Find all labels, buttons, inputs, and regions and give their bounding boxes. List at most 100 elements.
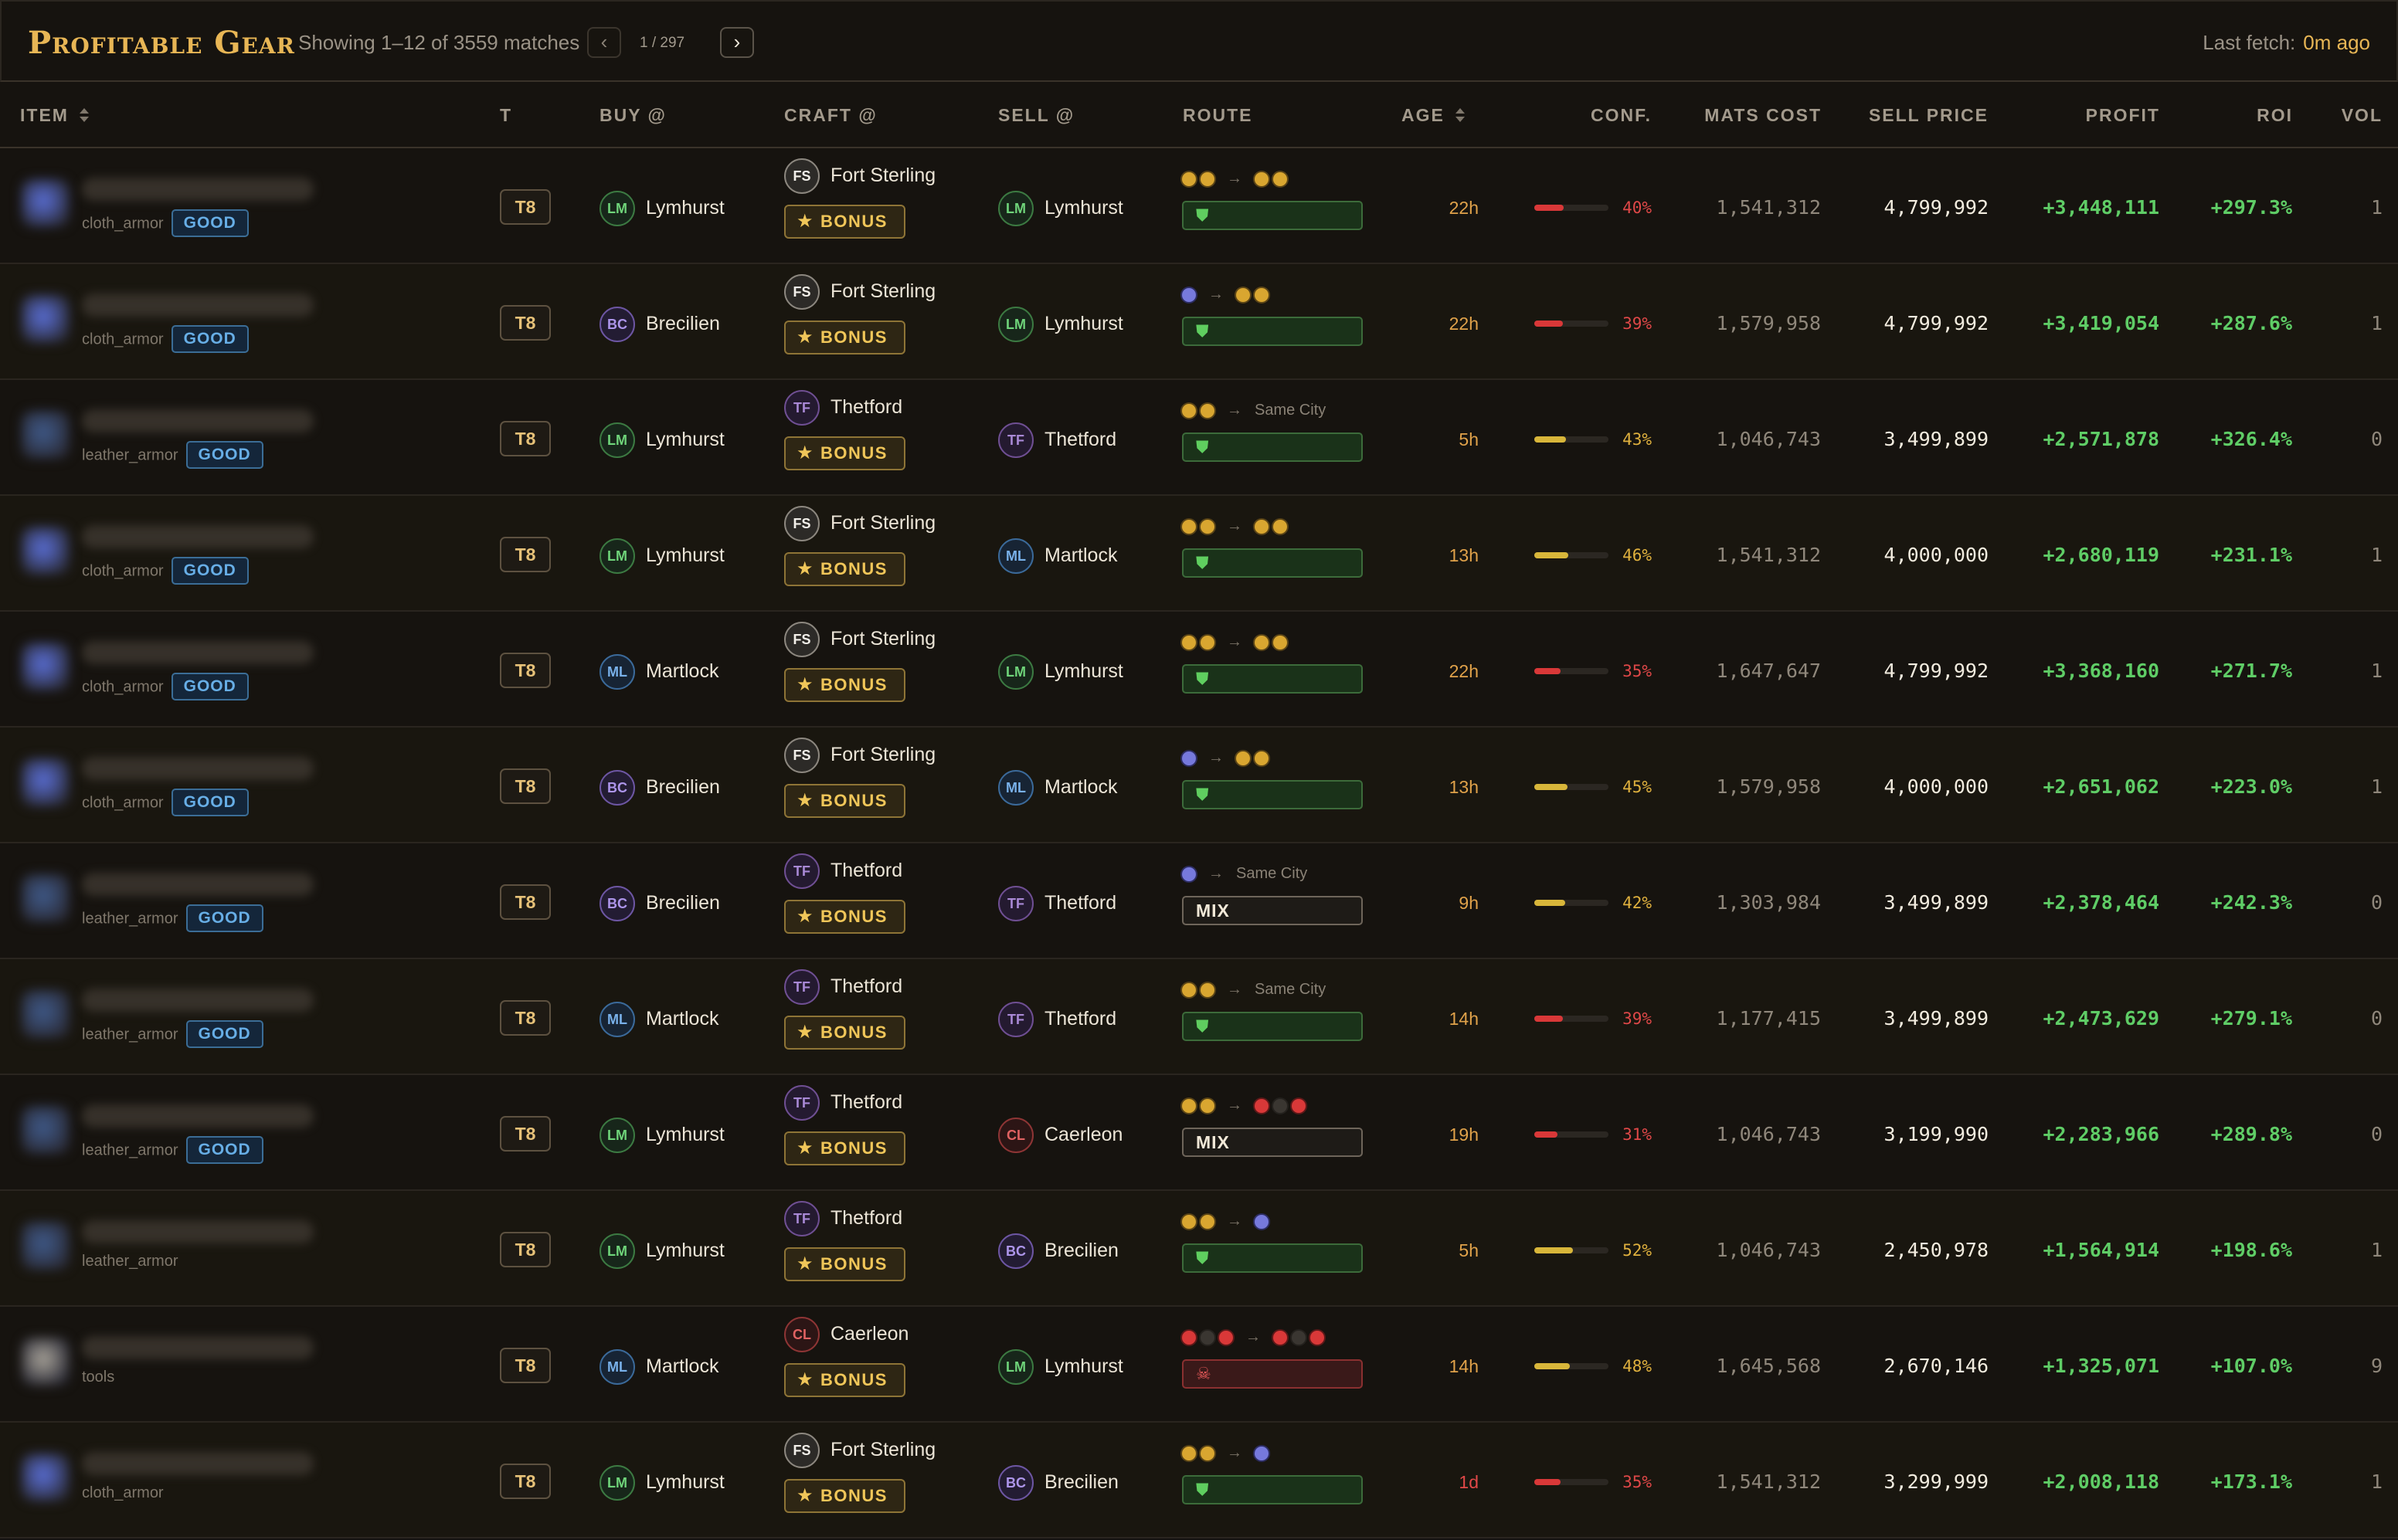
item-category-text: tools [82, 1369, 115, 1386]
craft-city-label: TF Thetford [784, 969, 902, 1006]
city-name: Lymhurst [646, 1240, 725, 1261]
table-row[interactable]: cloth_armor GOOD T8 LM Lymhurst FS Fort Sterli… [0, 496, 2398, 612]
volume-value: 0 [2370, 1123, 2383, 1145]
sell-city-value: BC Brecilien [998, 1233, 1119, 1270]
table-row[interactable]: cloth_armor GOOD T8 BC Brecilien FS Fort Sterl… [0, 728, 2398, 843]
item-name[interactable] [82, 178, 314, 201]
table-row[interactable]: tools T8 ML Martlock CL Caerleon ★ BONUS LM Lymhu… [0, 1307, 2398, 1423]
mats-cost: 1,541,312 [1716, 196, 1821, 219]
item-name[interactable] [82, 989, 314, 1012]
item-category-text: cloth_armor [82, 562, 164, 580]
col-vol: VOL [2341, 105, 2383, 125]
profit-value: +2,008,118 [2043, 1470, 2159, 1493]
zone-dot [1182, 519, 1196, 534]
volume-value: 1 [2370, 775, 2383, 798]
item-category: cloth_armor [82, 1484, 164, 1502]
skull-icon: ☠ [1196, 1364, 1211, 1383]
table-row[interactable]: leather_armor GOOD T8 LM Lymhurst TF Thetford ★… [0, 380, 2398, 496]
table-row[interactable]: cloth_armor GOOD T8 LM Lymhurst FS Fort Sterli… [0, 148, 2398, 264]
sell-city: TF Thetford [998, 422, 1116, 459]
confidence-value: 39% [1622, 1009, 1652, 1028]
table-row[interactable]: leather_armor GOOD T8 LM Lymhurst TF Thetford ★… [0, 1075, 2398, 1191]
item-name[interactable] [82, 409, 314, 432]
route-safe-bar: ⛊ [1182, 317, 1363, 346]
shield-icon: ⛊ [1196, 1248, 1209, 1267]
route-dots: → [1182, 1444, 1367, 1469]
bonus-label: BONUS [820, 443, 888, 463]
confidence-fill [1534, 1363, 1570, 1369]
confidence-value: 43% [1622, 430, 1652, 449]
confidence-value: 48% [1622, 1357, 1652, 1375]
zone-dot [1201, 1214, 1214, 1229]
buy-city: LM Lymhurst [600, 190, 725, 227]
mats-cost: 1,177,415 [1716, 1007, 1821, 1029]
roi-value: +223.0% [2210, 775, 2292, 798]
item-name[interactable] [82, 1104, 314, 1128]
city-badge: FS [784, 1433, 820, 1469]
table-row[interactable]: leather_armor GOOD T8 BC Brecilien TF Thetford… [0, 843, 2398, 959]
mats-cost: 1,579,958 [1716, 775, 1821, 798]
star-icon: ★ [797, 443, 815, 464]
item-name[interactable] [82, 293, 314, 317]
bonus-badge: ★ BONUS [784, 900, 905, 935]
buy-city-value: LM Lymhurst [600, 538, 725, 575]
item-name[interactable] [82, 873, 314, 896]
item-name[interactable] [82, 757, 314, 780]
item-name[interactable] [82, 1336, 314, 1359]
craft-city-value: CL Caerleon [784, 1316, 909, 1353]
profit-value: +2,571,878 [2043, 428, 2159, 450]
route-danger-bar: ☠ [1182, 1359, 1363, 1389]
buy-city: LM Lymhurst [600, 1464, 725, 1501]
roi-value: +242.3% [2210, 891, 2292, 914]
craft-city-value: TF Thetford [784, 1084, 905, 1121]
confidence-bar [1534, 1247, 1608, 1253]
item-name[interactable] [82, 641, 314, 664]
profit-value: +2,680,119 [2043, 544, 2159, 566]
profit-value: +2,473,629 [2043, 1007, 2159, 1029]
item-category: leather_armor GOOD [82, 441, 263, 470]
confidence-value: 35% [1622, 662, 1652, 680]
table-row[interactable]: cloth_armor T8 LM Lymhurst FS Fort Sterling ★ B… [0, 1423, 2398, 1538]
zone-dot [1201, 519, 1214, 534]
route-dots: → [1182, 286, 1367, 310]
city-badge: BC [998, 1233, 1034, 1270]
city-name: Lymhurst [646, 1124, 725, 1145]
table-row[interactable]: cloth_armor GOOD T8 BC Brecilien FS Fort Sterl… [0, 264, 2398, 380]
item-name[interactable] [82, 1452, 314, 1475]
zone-dot [1182, 982, 1196, 997]
zone-dot [1255, 519, 1269, 534]
prev-page-button[interactable]: ‹ [587, 27, 621, 58]
city-name: Lymhurst [646, 429, 725, 450]
item-name[interactable] [82, 525, 314, 548]
table-row[interactable]: leather_armor T8 LM Lymhurst TF Thetford ★ BONU… [0, 1191, 2398, 1307]
col-item[interactable]: ITEM [20, 105, 89, 126]
col-age[interactable]: AGE [1401, 105, 1465, 126]
tier-badge: T8 [500, 189, 551, 225]
city-name: Martlock [646, 660, 719, 682]
zone-dot [1201, 1098, 1214, 1113]
table-row[interactable]: cloth_armor GOOD T8 ML Martlock FS Fort Sterli… [0, 612, 2398, 728]
craft-city-label: TF Thetford [784, 390, 902, 426]
city-badge: LM [998, 1349, 1034, 1386]
sort-icon [79, 107, 89, 122]
route-cell: → ⛊ [1182, 1444, 1367, 1521]
bonus-label: BONUS [820, 791, 888, 811]
table-row[interactable]: leather_armor GOOD T8 ML Martlock TF Thetford ★… [0, 959, 2398, 1075]
sell-price: 2,670,146 [1883, 1355, 1989, 1377]
route-dots: → [1182, 1213, 1367, 1237]
item-name[interactable] [82, 1220, 314, 1243]
bonus-label: BONUS [820, 675, 888, 695]
mats-cost: 1,579,958 [1716, 312, 1821, 334]
route-cell: → Same City MIX [1182, 865, 1367, 942]
confidence-fill [1534, 1016, 1563, 1022]
city-badge: LM [998, 654, 1034, 690]
craft-city-value: FS Fort Sterling [784, 273, 936, 310]
next-page-button[interactable]: › [720, 27, 754, 58]
shield-icon: ⛊ [1196, 553, 1209, 572]
route-dots: → [1182, 1097, 1367, 1121]
item-category-text: leather_armor [82, 910, 178, 928]
city-name: Fort Sterling [830, 744, 936, 765]
sell-city: ML Martlock [998, 769, 1117, 806]
sell-price: 2,450,978 [1883, 1239, 1989, 1261]
sell-price: 3,499,899 [1883, 428, 1989, 450]
